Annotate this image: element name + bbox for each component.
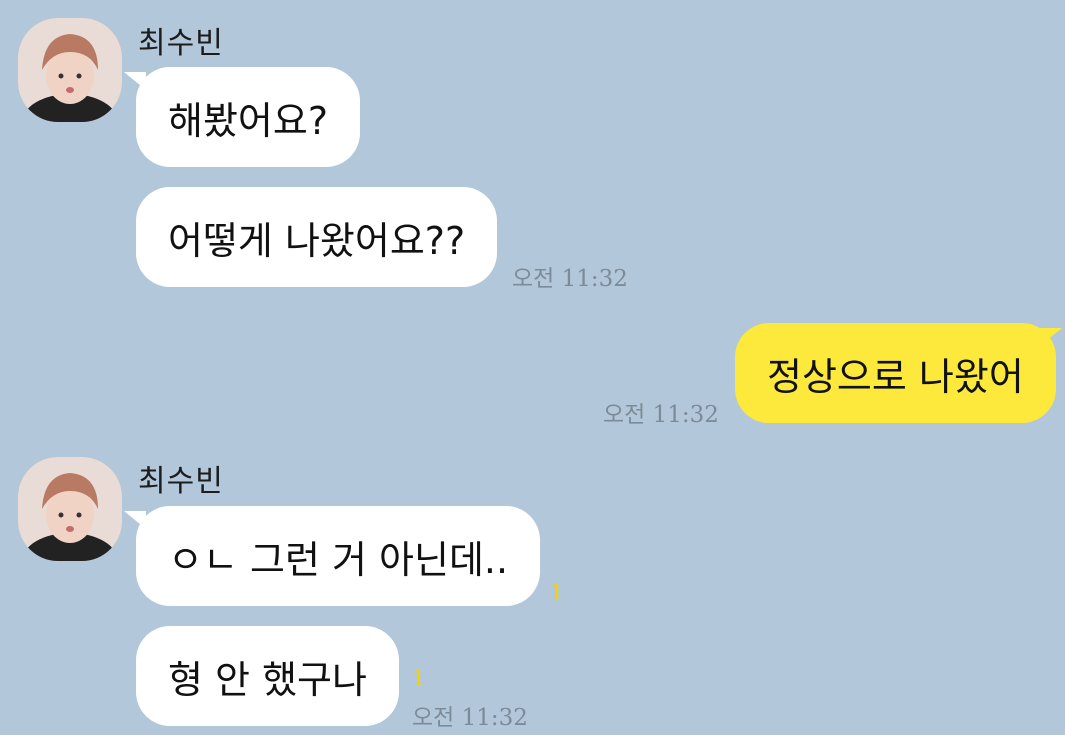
message-bubble[interactable]: ㅇㄴ 그런 거 아닌데.. (136, 506, 541, 606)
message-text: 정상으로 나왔어 (767, 354, 1024, 399)
message-text: 어떻게 나왔어요?? (168, 218, 466, 263)
message-text: 형 안 했구나 (168, 657, 367, 702)
sender-name: 최수빈 (138, 26, 224, 61)
message-timestamp: 오전 11:32 (412, 705, 528, 731)
sender-avatar[interactable] (18, 18, 122, 122)
unread-count: 1 (412, 667, 426, 692)
message-bubble[interactable]: 어떻게 나왔어요?? (136, 187, 498, 287)
avatar-photo-icon (18, 18, 122, 122)
message-bubble[interactable]: 해봤어요? (136, 67, 361, 167)
sender-avatar[interactable] (18, 457, 122, 561)
message-text: 해봤어요? (168, 98, 329, 143)
avatar-photo-icon (18, 457, 122, 561)
unread-count: 1 (550, 581, 564, 606)
message-timestamp: 오전 11:32 (603, 402, 719, 428)
sender-name: 최수빈 (138, 464, 224, 499)
message-bubble[interactable]: 정상으로 나왔어 (735, 323, 1056, 423)
message-timestamp: 오전 11:32 (512, 266, 628, 292)
message-bubble[interactable]: 형 안 했구나 (136, 626, 399, 726)
message-text: ㅇㄴ 그런 거 아닌데.. (168, 537, 509, 582)
